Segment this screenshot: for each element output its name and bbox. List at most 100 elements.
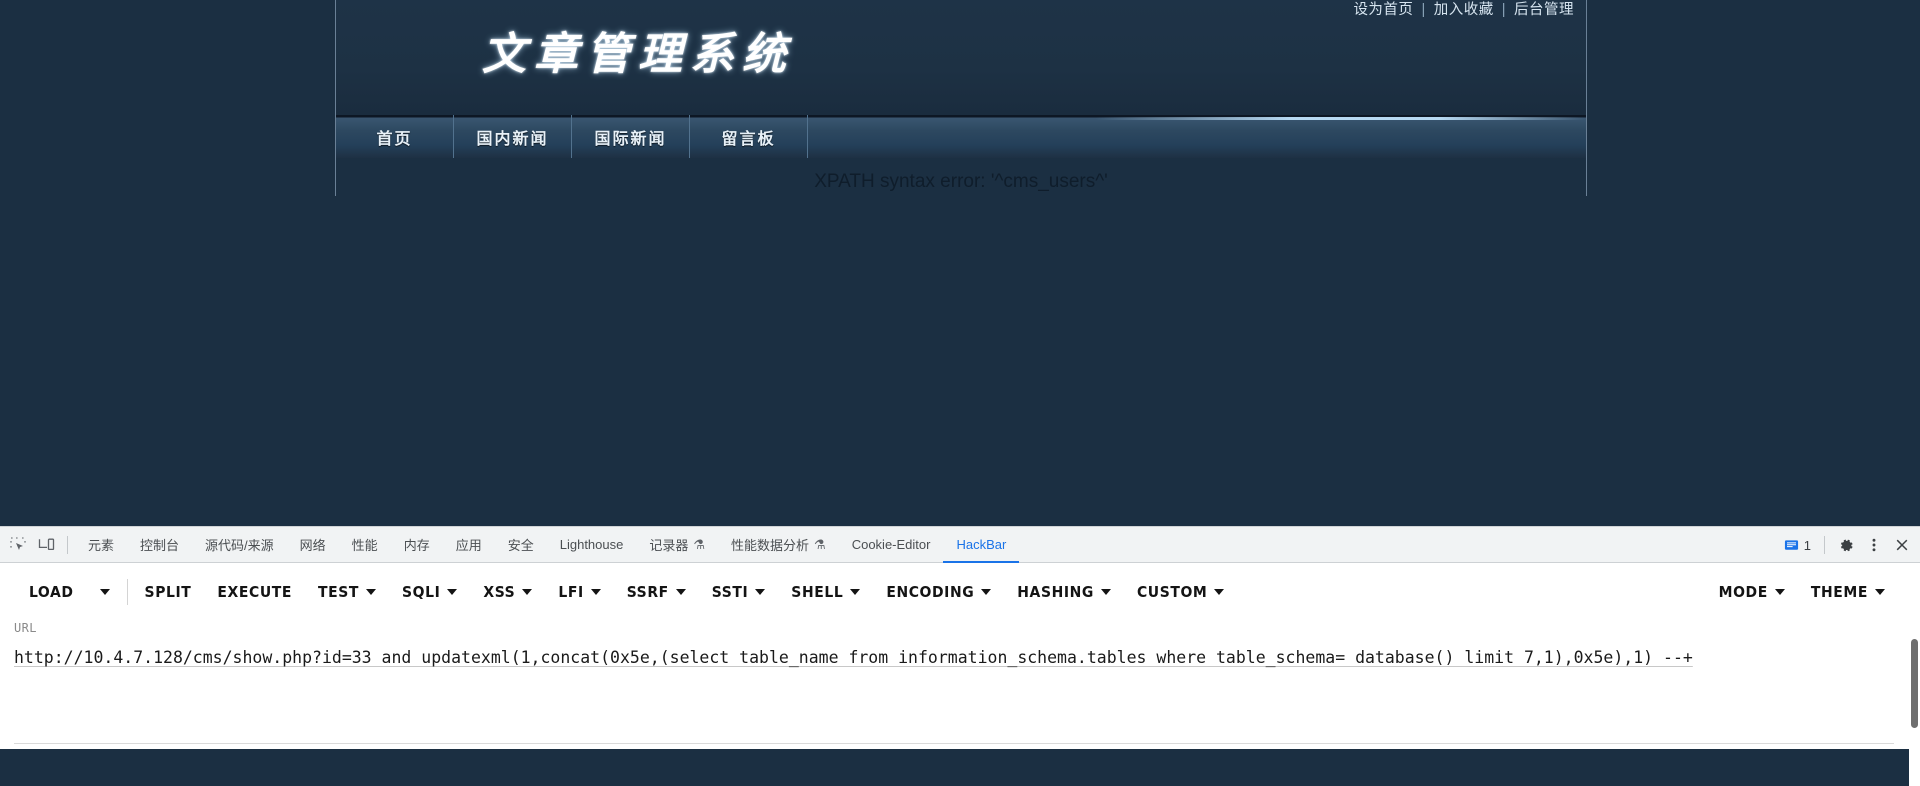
inspect-element-icon[interactable]: [4, 531, 32, 559]
tab-sources[interactable]: 源代码/来源: [192, 527, 287, 563]
tab-lighthouse[interactable]: Lighthouse: [547, 527, 637, 563]
flask-icon: ⚗: [814, 536, 826, 552]
tab-recorder[interactable]: 记录器 ⚗: [636, 527, 718, 563]
load-button[interactable]: LOAD: [16, 575, 87, 609]
devtools-tabbar: 元素 控制台 源代码/来源 网络 性能 内存 应用 安全 Lighthouse …: [0, 527, 1920, 563]
site-nav: 首页 国内新闻 国际新闻 留言板: [336, 115, 1586, 158]
tab-application[interactable]: 应用: [443, 527, 495, 563]
chevron-down-icon: [981, 589, 992, 595]
chevron-down-icon: [1214, 589, 1225, 595]
ssti-menu-button[interactable]: SSTI: [699, 575, 779, 609]
chevron-down-icon: [1774, 589, 1785, 595]
button-label: SPLIT: [144, 583, 192, 601]
browser-viewport: 设为首页 | 加入收藏 | 后台管理 文章管理系统 首页 国内新闻 国际新闻 留言板 X…: [0, 0, 1920, 526]
top-utility-links: 设为首页 | 加入收藏 | 后台管理: [1353, 0, 1574, 20]
button-label: SHELL: [791, 583, 844, 601]
set-homepage-link[interactable]: 设为首页: [1353, 2, 1413, 18]
button-label: SSTI: [711, 583, 749, 601]
kebab-menu-icon[interactable]: [1860, 531, 1888, 559]
hackbar-body: URL http://10.4.7.128/cms/show.php?id=33…: [0, 621, 1920, 701]
chevron-down-icon: [850, 589, 861, 595]
devtools-scrollbar-thumb[interactable]: [1911, 639, 1918, 728]
button-label: SQLI: [402, 583, 441, 601]
tab-hackbar[interactable]: HackBar: [943, 527, 1019, 563]
shell-menu-button[interactable]: SHELL: [778, 575, 873, 609]
tab-cookie-editor[interactable]: Cookie-Editor: [839, 527, 944, 563]
actions-divider: [1824, 536, 1825, 554]
nav-item-domestic-news[interactable]: 国内新闻: [454, 115, 572, 158]
button-label: XSS: [483, 583, 516, 601]
tab-label: HackBar: [956, 537, 1007, 552]
tab-label: 应用: [455, 538, 482, 553]
load-dropdown-button[interactable]: [87, 575, 123, 609]
hackbar-panel: LOAD SPLIT EXECUTE TEST SQLI XSS LFI SSR…: [0, 563, 1920, 786]
devtools-scrollbar-track[interactable]: [1909, 599, 1920, 786]
chevron-down-icon: [675, 589, 686, 595]
tab-label: 性能: [351, 538, 378, 553]
chevron-down-icon: [590, 589, 601, 595]
split-button[interactable]: SPLIT: [132, 575, 205, 609]
chevron-down-icon: [1100, 589, 1111, 595]
button-label: ENCODING: [886, 583, 975, 601]
tab-performance-insights[interactable]: 性能数据分析 ⚗: [718, 527, 839, 563]
tab-elements[interactable]: 元素: [75, 527, 127, 563]
tab-network[interactable]: 网络: [287, 527, 339, 563]
sqli-menu-button[interactable]: SQLI: [389, 575, 470, 609]
encoding-menu-button[interactable]: ENCODING: [873, 575, 1004, 609]
button-label: LOAD: [29, 583, 74, 601]
button-label: THEME: [1810, 583, 1868, 601]
toolbar-divider: [67, 535, 68, 554]
site-container: 设为首页 | 加入收藏 | 后台管理 文章管理系统 首页 国内新闻 国际新闻 留言板: [335, 0, 1587, 196]
chevron-down-icon: [755, 589, 766, 595]
site-banner: 设为首页 | 加入收藏 | 后台管理 文章管理系统: [336, 0, 1586, 115]
tab-security[interactable]: 安全: [495, 527, 547, 563]
button-label: TEST: [318, 583, 359, 601]
nav-item-message-board[interactable]: 留言板: [690, 115, 808, 158]
chevron-down-icon: [522, 589, 533, 595]
tab-label: Lighthouse: [559, 537, 624, 552]
custom-menu-button[interactable]: CUSTOM: [1124, 575, 1237, 609]
close-icon[interactable]: [1888, 531, 1916, 559]
tab-label: 控制台: [140, 538, 180, 553]
url-field-label: URL: [14, 621, 37, 635]
tab-memory[interactable]: 内存: [391, 527, 443, 563]
link-separator-1: |: [1421, 2, 1426, 18]
devtools-panel: 元素 控制台 源代码/来源 网络 性能 内存 应用 安全 Lighthouse …: [0, 526, 1920, 786]
hackbar-toolbar: LOAD SPLIT EXECUTE TEST SQLI XSS LFI SSR…: [0, 563, 1920, 621]
nav-item-international-news[interactable]: 国际新闻: [572, 115, 690, 158]
message-count-badge[interactable]: 1: [1778, 538, 1817, 553]
lfi-menu-button[interactable]: LFI: [545, 575, 613, 609]
button-label: SSRF: [626, 583, 669, 601]
hashing-menu-button[interactable]: HASHING: [1004, 575, 1124, 609]
device-toolbar-icon[interactable]: [32, 531, 60, 559]
chevron-down-icon: [366, 589, 376, 595]
tab-label: 元素: [88, 538, 115, 553]
admin-panel-link[interactable]: 后台管理: [1514, 2, 1574, 18]
gear-icon[interactable]: [1832, 531, 1860, 559]
url-field-underline: [14, 743, 1894, 744]
tab-label: 内存: [403, 538, 430, 553]
flask-icon: ⚗: [693, 536, 706, 552]
tab-label: 安全: [507, 538, 534, 553]
devtools-tabbar-actions: 1: [1778, 527, 1916, 563]
nav-item-home[interactable]: 首页: [336, 115, 454, 158]
nav-filler: [808, 115, 1586, 158]
tab-console[interactable]: 控制台: [127, 527, 192, 563]
button-label: MODE: [1718, 583, 1768, 601]
execute-button[interactable]: EXECUTE: [204, 575, 305, 609]
test-menu-button[interactable]: TEST: [305, 575, 389, 609]
chevron-down-icon: [447, 589, 458, 595]
url-input[interactable]: http://10.4.7.128/cms/show.php?id=33 and…: [14, 645, 1906, 701]
ssrf-menu-button[interactable]: SSRF: [614, 575, 699, 609]
tab-performance[interactable]: 性能: [339, 527, 391, 563]
mode-menu-button[interactable]: MODE: [1706, 575, 1798, 609]
tab-label: 源代码/来源: [205, 538, 274, 553]
chevron-down-icon: [1875, 589, 1885, 595]
theme-menu-button[interactable]: THEME: [1798, 575, 1898, 609]
button-label: LFI: [558, 583, 584, 601]
tab-label: 记录器: [649, 538, 689, 553]
add-favorite-link[interactable]: 加入收藏: [1434, 2, 1494, 18]
chevron-down-icon: [99, 589, 110, 595]
button-label: EXECUTE: [217, 583, 292, 601]
xss-menu-button[interactable]: XSS: [470, 575, 545, 609]
